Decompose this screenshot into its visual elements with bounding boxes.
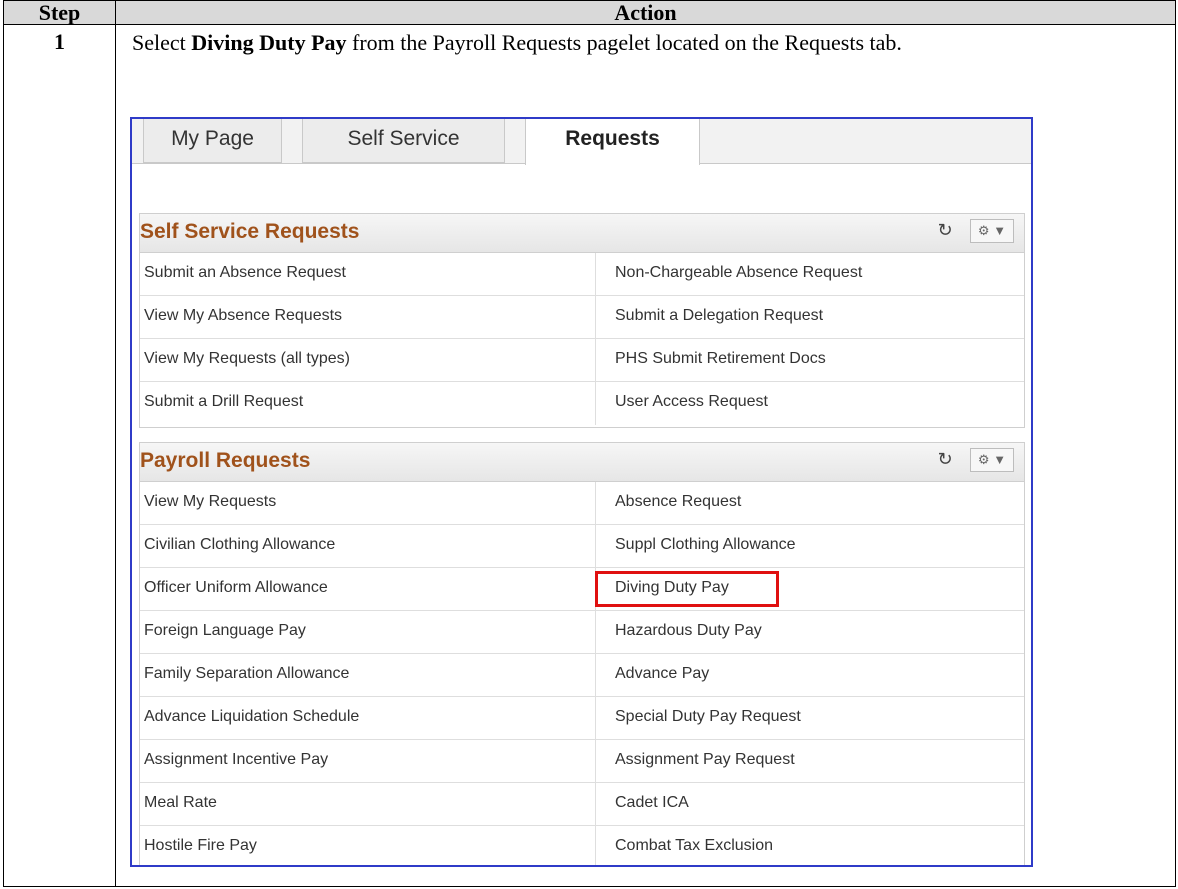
pagelet-title: Payroll Requests [140, 449, 311, 472]
link-cadet-ica[interactable]: Cadet ICA [615, 794, 689, 812]
step-header: Step [3, 0, 116, 25]
link-family-separation-allowance[interactable]: Family Separation Allowance [144, 665, 349, 683]
chevron-down-icon: ▼ [993, 452, 1007, 467]
step-number: 1 [3, 24, 116, 887]
instruction-post: from the Payroll Requests pagelet locate… [346, 30, 902, 55]
self-service-requests-pagelet: Self Service Requests ↻ ⚙︎ ▼ Submit an A… [139, 213, 1025, 428]
link-suppl-clothing-allowance[interactable]: Suppl Clothing Allowance [615, 536, 796, 554]
link-officer-uniform-allowance[interactable]: Officer Uniform Allowance [144, 579, 328, 597]
list-row: View My Requests (all types) PHS Submit R… [140, 339, 1024, 382]
chevron-down-icon: ▼ [993, 223, 1007, 238]
link-view-my-requests[interactable]: View My Requests [144, 493, 276, 511]
tab-my-page[interactable]: My Page [143, 119, 282, 163]
column-divider [595, 253, 596, 295]
list-row: View My Requests Absence Request [140, 482, 1024, 525]
link-non-chargeable-absence-request[interactable]: Non-Chargeable Absence Request [615, 264, 862, 282]
action-header: Action [115, 0, 1176, 25]
column-divider [595, 382, 596, 425]
instruction-bold: Diving Duty Pay [191, 30, 347, 55]
link-list: View My Requests Absence Request Civilian … [140, 482, 1024, 865]
column-divider [595, 482, 596, 524]
list-row: Hostile Fire Pay Combat Tax Exclusion [140, 826, 1024, 865]
column-divider [595, 611, 596, 653]
list-row: Civilian Clothing Allowance Suppl Clothin… [140, 525, 1024, 568]
tab-bar: My Page Self Service Requests [132, 119, 1031, 165]
column-divider [595, 296, 596, 338]
tab-requests[interactable]: Requests [525, 119, 700, 165]
instruction-pre: Select [132, 30, 192, 55]
column-divider [595, 339, 596, 381]
column-divider [595, 654, 596, 696]
list-row: Advance Liquidation Schedule Special Duty… [140, 697, 1024, 740]
link-view-my-requests-all-types[interactable]: View My Requests (all types) [144, 350, 350, 368]
link-assignment-incentive-pay[interactable]: Assignment Incentive Pay [144, 751, 328, 769]
pagelet-title: Self Service Requests [140, 220, 360, 243]
link-hazardous-duty-pay[interactable]: Hazardous Duty Pay [615, 622, 762, 640]
link-user-access-request[interactable]: User Access Request [615, 393, 768, 411]
link-combat-tax-exclusion[interactable]: Combat Tax Exclusion [615, 837, 773, 855]
column-divider [595, 697, 596, 739]
list-row: View My Absence Requests Submit a Delegat… [140, 296, 1024, 339]
column-divider [595, 525, 596, 567]
list-row: Foreign Language Pay Hazardous Duty Pay [140, 611, 1024, 654]
list-row: Assignment Incentive Pay Assignment Pay R… [140, 740, 1024, 783]
highlight-box [595, 571, 779, 607]
list-row: Meal Rate Cadet ICA [140, 783, 1024, 826]
link-assignment-pay-request[interactable]: Assignment Pay Request [615, 751, 795, 769]
link-advance-liquidation-schedule[interactable]: Advance Liquidation Schedule [144, 708, 359, 726]
link-hostile-fire-pay[interactable]: Hostile Fire Pay [144, 837, 257, 855]
column-divider [595, 740, 596, 782]
column-divider [595, 826, 596, 865]
link-submit-a-drill-request[interactable]: Submit a Drill Request [144, 393, 303, 411]
link-view-my-absence-requests[interactable]: View My Absence Requests [144, 307, 342, 325]
link-meal-rate[interactable]: Meal Rate [144, 794, 217, 812]
instruction-text: Select Diving Duty Pay from the Payroll … [132, 28, 1163, 57]
pagelet-header: Self Service Requests ↻ ⚙︎ ▼ [140, 214, 1024, 253]
link-submit-an-absence-request[interactable]: Submit an Absence Request [144, 264, 346, 282]
link-list: Submit an Absence Request Non-Chargeable … [140, 253, 1024, 425]
link-phs-submit-retirement-docs[interactable]: PHS Submit Retirement Docs [615, 350, 826, 368]
gear-icon[interactable]: ⚙︎ ▼ [970, 219, 1014, 243]
link-civilian-clothing-allowance[interactable]: Civilian Clothing Allowance [144, 536, 335, 554]
refresh-icon[interactable]: ↻ [936, 221, 954, 239]
tab-self-service[interactable]: Self Service [302, 119, 505, 163]
payroll-requests-pagelet: Payroll Requests ↻ ⚙︎ ▼ View My Requests… [139, 442, 1025, 865]
link-special-duty-pay-request[interactable]: Special Duty Pay Request [615, 708, 801, 726]
pagelet-header: Payroll Requests ↻ ⚙︎ ▼ [140, 443, 1024, 482]
portal-screenshot: My Page Self Service Requests Self Servi… [130, 117, 1033, 867]
link-advance-pay[interactable]: Advance Pay [615, 665, 709, 683]
link-foreign-language-pay[interactable]: Foreign Language Pay [144, 622, 306, 640]
gear-icon[interactable]: ⚙︎ ▼ [970, 448, 1014, 472]
list-row: Officer Uniform Allowance Diving Duty Pay [140, 568, 1024, 611]
link-submit-a-delegation-request[interactable]: Submit a Delegation Request [615, 307, 823, 325]
table-header-row: Step Action [3, 0, 1176, 25]
link-absence-request[interactable]: Absence Request [615, 493, 741, 511]
column-divider [595, 783, 596, 825]
list-row: Family Separation Allowance Advance Pay [140, 654, 1024, 697]
list-row: Submit a Drill Request User Access Reques… [140, 382, 1024, 425]
refresh-icon[interactable]: ↻ [936, 450, 954, 468]
list-row: Submit an Absence Request Non-Chargeable … [140, 253, 1024, 296]
